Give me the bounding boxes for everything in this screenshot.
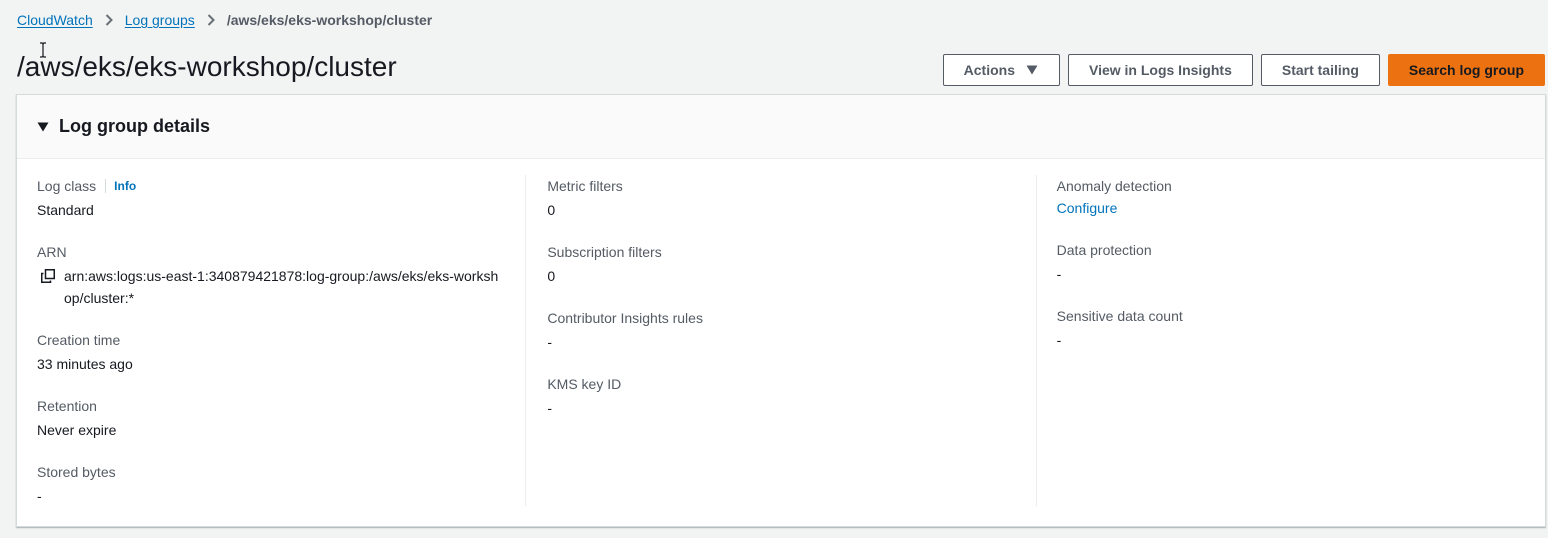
configure-anomaly-detection-link[interactable]: Configure <box>1057 200 1118 216</box>
sensitive-data-count-value: - <box>1056 332 1062 348</box>
caret-down-icon <box>1025 63 1039 77</box>
kms-key-field: KMS key ID - <box>547 373 1015 419</box>
chevron-right-icon <box>93 10 125 30</box>
contributor-insights-field: Contributor Insights rules - <box>547 307 1015 353</box>
stored-bytes-field: Stored bytes - <box>37 461 505 507</box>
metric-filters-label: Metric filters <box>547 178 623 194</box>
sensitive-data-count-field: Sensitive data count - <box>1057 305 1525 351</box>
data-protection-value: - <box>1056 266 1062 282</box>
actions-dropdown-button[interactable]: Actions <box>942 54 1060 86</box>
retention-field: Retention Never expire <box>37 395 505 441</box>
details-column-filters: Metric filters 0 Subscription filters 0 … <box>525 175 1035 506</box>
creation-time-value: 33 minutes ago <box>37 356 133 372</box>
page-title: /aws/eks/eks-workshop/cluster <box>17 51 397 82</box>
retention-value: Never expire <box>37 422 117 438</box>
view-in-logs-insights-button[interactable]: View in Logs Insights <box>1067 54 1253 86</box>
creation-time-label: Creation time <box>37 332 121 348</box>
triangle-down-icon <box>37 121 49 133</box>
details-columns: Log class Info Standard ARN arn:aws:logs… <box>17 175 1545 506</box>
panel-title: Log group details <box>59 116 210 136</box>
contributor-insights-label: Contributor Insights rules <box>547 310 703 326</box>
log-class-info-link[interactable]: Info <box>105 179 136 193</box>
log-group-details-panel: Log group details Log class Info Standar… <box>16 94 1546 527</box>
log-class-value: Standard <box>37 202 94 218</box>
breadcrumb-cloudwatch-link[interactable]: CloudWatch <box>17 12 93 28</box>
metric-filters-value: 0 <box>547 202 556 218</box>
stored-bytes-label: Stored bytes <box>37 464 116 480</box>
subscription-filters-value: 0 <box>547 268 556 284</box>
log-group-details-toggle[interactable]: Log group details <box>17 95 1545 159</box>
details-column-protection: Anomaly detection Configure Data protect… <box>1035 175 1545 506</box>
contributor-insights-value: - <box>547 334 552 350</box>
kms-key-label: KMS key ID <box>547 376 622 392</box>
metric-filters-field: Metric filters 0 <box>547 175 1015 221</box>
breadcrumb-current: /aws/eks/eks-workshop/cluster <box>226 12 433 28</box>
data-protection-label: Data protection <box>1056 242 1152 258</box>
sensitive-data-count-label: Sensitive data count <box>1056 308 1183 324</box>
arn-value: arn:aws:logs:us-east-1:340879421878:log-… <box>64 268 499 306</box>
copy-icon[interactable] <box>41 265 57 287</box>
log-class-label: Log class <box>37 178 97 194</box>
subscription-filters-field: Subscription filters 0 <box>547 241 1015 287</box>
subscription-filters-label: Subscription filters <box>547 244 662 260</box>
stored-bytes-value: - <box>37 488 42 504</box>
retention-label: Retention <box>37 398 97 414</box>
actions-button-label: Actions <box>963 62 1015 78</box>
breadcrumb-log-groups-link[interactable]: Log groups <box>125 12 195 28</box>
breadcrumb: CloudWatch Log groups /aws/eks/eks-works… <box>17 10 432 30</box>
start-tailing-button[interactable]: Start tailing <box>1260 54 1380 86</box>
anomaly-detection-label: Anomaly detection <box>1056 178 1172 194</box>
kms-key-value: - <box>547 400 552 416</box>
arn-field: ARN arn:aws:logs:us-east-1:340879421878:… <box>37 241 505 309</box>
chevron-right-icon <box>195 10 227 30</box>
arn-label: ARN <box>37 244 67 260</box>
details-column-general: Log class Info Standard ARN arn:aws:logs… <box>17 175 525 506</box>
anomaly-detection-field: Anomaly detection Configure <box>1057 175 1525 219</box>
creation-time-field: Creation time 33 minutes ago <box>37 329 505 375</box>
data-protection-field: Data protection - <box>1057 239 1525 285</box>
log-class-field: Log class Info Standard <box>37 175 505 221</box>
search-log-group-button[interactable]: Search log group <box>1387 54 1545 86</box>
header-actions: Actions View in Logs Insights Start tail… <box>942 54 1545 86</box>
